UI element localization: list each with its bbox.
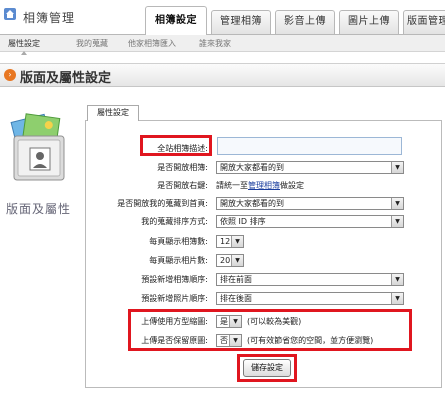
highlight-box-description <box>140 135 212 156</box>
open-favorites-label: 是否開放我的蒐藏到首頁: <box>117 199 208 208</box>
photos-per-page-select[interactable]: 20 ▼ <box>216 254 244 267</box>
chevron-down-icon[interactable]: ▼ <box>391 274 403 285</box>
new-album-order-select[interactable]: 排在前面 ▼ <box>216 273 404 286</box>
tab-layout-manage[interactable]: 版面管理 <box>403 10 445 34</box>
top-header: 相簿管理 相簿設定 管理相簿 影音上傳 圖片上傳 版面管理 <box>0 0 445 35</box>
home-icon[interactable] <box>3 7 17 21</box>
subnav-visitors[interactable]: 誰來我家 <box>199 38 231 49</box>
tab-video-upload[interactable]: 影音上傳 <box>275 10 335 34</box>
chevron-down-icon[interactable]: ▼ <box>231 236 243 247</box>
chevron-down-icon[interactable]: ▼ <box>391 198 403 209</box>
tab-album-settings[interactable]: 相簿設定 <box>145 6 207 35</box>
section-header: › 版面及屬性設定 <box>0 63 445 87</box>
new-album-order-label: 預設新增相簿順序: <box>141 275 208 284</box>
highlight-box-save <box>237 354 297 382</box>
fav-sort-label: 我的蒐藏排序方式: <box>141 217 208 226</box>
subnav-attribute-settings[interactable]: 屬性設定 <box>8 38 40 55</box>
manage-albums-link[interactable]: 管理相簿 <box>248 181 280 190</box>
albums-per-page-label: 每頁顯示相簿數: <box>149 237 208 246</box>
rightclick-note: 請統一至管理相簿做設定 <box>216 181 304 190</box>
chevron-down-icon[interactable]: ▼ <box>231 255 243 266</box>
tab-image-upload[interactable]: 圖片上傳 <box>339 10 399 34</box>
tab-attribute-settings[interactable]: 屬性設定 <box>87 105 139 121</box>
tab-manage-albums[interactable]: 管理相簿 <box>211 10 271 34</box>
app-title: 相簿管理 <box>23 11 76 25</box>
open-rightclick-label: 是否開放右鍵: <box>157 181 208 190</box>
chevron-down-icon[interactable]: ▼ <box>391 216 403 227</box>
albums-per-page-select[interactable]: 12 ▼ <box>216 235 244 248</box>
description-input[interactable] <box>217 137 402 155</box>
highlight-box-upload-options <box>128 309 412 351</box>
open-album-label: 是否開放相簿: <box>157 163 208 172</box>
chevron-right-icon: › <box>4 69 16 81</box>
chevron-down-icon[interactable]: ▼ <box>391 162 403 173</box>
subnav-import-albums[interactable]: 他家相簿匯入 <box>128 38 176 49</box>
album-settings-illustration-icon <box>10 113 65 181</box>
open-favorites-select[interactable]: 開放大家都看的到 ▼ <box>216 197 404 210</box>
subnav-my-favorites[interactable]: 我的蒐藏 <box>76 38 108 49</box>
new-photo-order-select[interactable]: 排在後面 ▼ <box>216 292 404 305</box>
illustration-label: 版面及屬性 <box>6 202 72 216</box>
new-photo-order-label: 預設新增照片順序: <box>141 294 208 303</box>
sub-navigation: 屬性設定 我的蒐藏 他家相簿匯入 誰來我家 <box>0 34 445 55</box>
fav-sort-select[interactable]: 依照 ID 排序 ▼ <box>216 215 404 228</box>
chevron-down-icon[interactable]: ▼ <box>391 293 403 304</box>
photos-per-page-label: 每頁顯示相片數: <box>149 256 208 265</box>
open-album-select[interactable]: 開放大家都看的到 ▼ <box>216 161 404 174</box>
section-title: 版面及屬性設定 <box>20 71 112 86</box>
